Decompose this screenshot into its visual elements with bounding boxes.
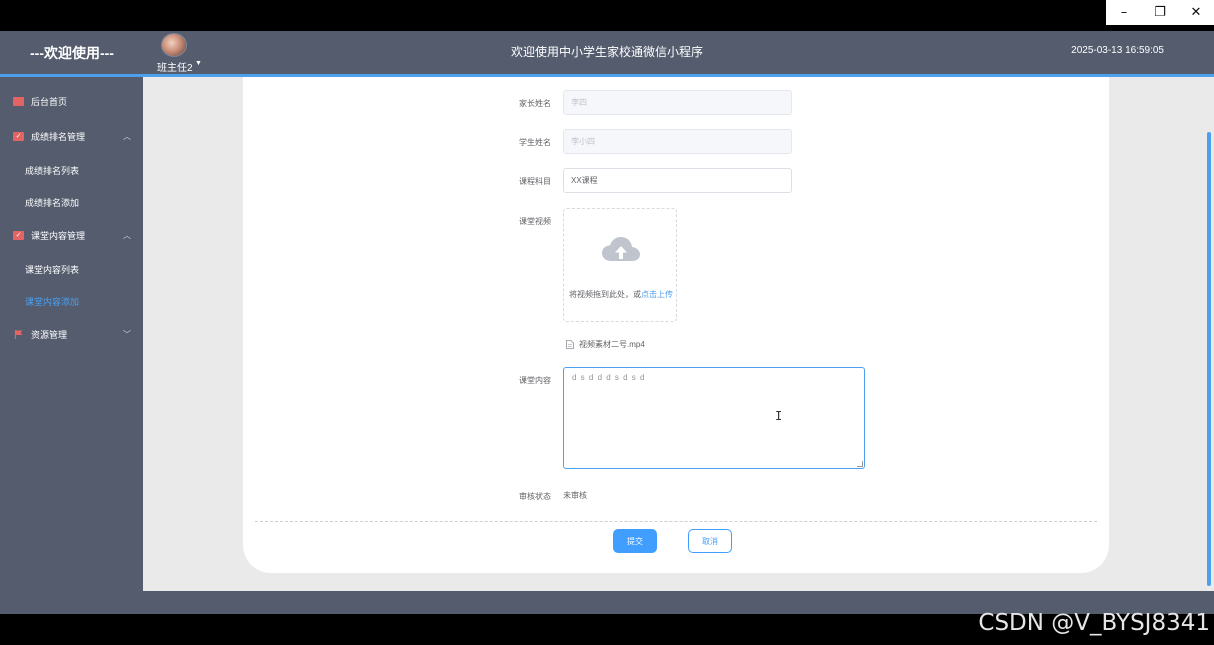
form-card: 家长姓名 李四 学生姓名 李小四 课程科目 XX课程 课堂视频 将视频拖到此处，… xyxy=(243,77,1109,573)
sidebar-item-home[interactable]: 后台首页 xyxy=(0,89,143,113)
video-label: 课堂视频 xyxy=(519,217,551,226)
scrollbar[interactable] xyxy=(1206,77,1212,591)
upload-hint-text: 将视频拖到此处，或 xyxy=(569,290,641,299)
upload-link[interactable]: 点击上传 xyxy=(641,290,673,299)
sidebar-item-label: 成绩排名列表 xyxy=(25,165,80,176)
sidebar-item-score-add[interactable]: 成绩排名添加 xyxy=(0,191,143,213)
student-name-label: 学生姓名 xyxy=(519,138,551,147)
window-titlebar: – ❐ ✕ xyxy=(0,0,1214,31)
submit-button[interactable]: 提交 xyxy=(613,529,657,553)
sidebar-item-score-mgmt[interactable]: ✓ 成绩排名管理 ︿ xyxy=(0,124,143,148)
watermark: CSDN @V_BYSJ8341 xyxy=(978,610,1210,636)
chevron-down-icon: ﹀ xyxy=(123,329,131,339)
caret-down-icon[interactable]: ▼ xyxy=(195,60,202,67)
screen: – ❐ ✕ ---欢迎使用--- 班主任2 ▼ 欢迎使用中小学生家校通微信小程序… xyxy=(0,0,1214,645)
status-value: 未审核 xyxy=(563,491,587,500)
chevron-up-icon: ︿ xyxy=(123,131,131,141)
sidebar: 后台首页 ✓ 成绩排名管理 ︿ 成绩排名列表 成绩排名添加 ✓ 课堂内容管理 ︿… xyxy=(0,77,143,591)
content-label: 课堂内容 xyxy=(519,376,551,385)
course-label: 课程科目 xyxy=(519,177,551,186)
file-name: 视频素材二号.mp4 xyxy=(579,340,645,349)
cancel-button[interactable]: 取消 xyxy=(688,529,732,553)
sidebar-item-resource-mgmt[interactable]: 资源管理 ﹀ xyxy=(0,322,143,346)
monitor-icon xyxy=(13,96,24,106)
sidebar-item-label: 课堂内容列表 xyxy=(25,264,80,275)
flag-icon xyxy=(14,329,23,339)
sidebar-item-label: 成绩排名添加 xyxy=(25,197,80,208)
document-icon xyxy=(566,340,574,349)
parent-name-field: 李四 xyxy=(563,90,792,115)
sidebar-item-score-list[interactable]: 成绩排名列表 xyxy=(0,159,143,181)
upload-hint: 将视频拖到此处，或点击上传 xyxy=(564,282,678,307)
course-field[interactable]: XX课程 xyxy=(563,168,792,193)
datetime: 2025-03-13 16:59:05 xyxy=(1071,45,1164,56)
resize-handle-icon[interactable] xyxy=(857,461,863,467)
sidebar-item-label: 资源管理 xyxy=(31,329,68,340)
text-cursor-icon: I xyxy=(775,409,783,423)
parent-name-label: 家长姓名 xyxy=(519,99,551,108)
main-content: 家长姓名 李四 学生姓名 李小四 课程科目 XX课程 课堂视频 将视频拖到此处，… xyxy=(143,77,1214,591)
close-button[interactable]: ✕ xyxy=(1178,0,1214,25)
minimize-button[interactable]: – xyxy=(1106,0,1142,25)
sidebar-item-label: 课堂内容添加 xyxy=(25,296,80,307)
content-text: d s d d d s d s d xyxy=(572,373,646,382)
sidebar-item-label: 成绩排名管理 xyxy=(31,131,86,142)
scrollbar-thumb[interactable] xyxy=(1207,132,1211,586)
app-header: ---欢迎使用--- 班主任2 ▼ 欢迎使用中小学生家校通微信小程序 2025-… xyxy=(0,31,1214,74)
sidebar-item-label: 后台首页 xyxy=(31,96,68,107)
welcome-text: ---欢迎使用--- xyxy=(30,45,114,61)
cloud-upload-icon xyxy=(602,237,640,261)
checkbox-icon: ✓ xyxy=(13,131,24,141)
form-divider xyxy=(255,521,1097,522)
sidebar-item-class-add[interactable]: 课堂内容添加 xyxy=(0,290,143,312)
avatar[interactable] xyxy=(161,33,187,57)
video-upload-dropzone[interactable]: 将视频拖到此处，或点击上传 xyxy=(563,208,677,322)
status-label: 审核状态 xyxy=(519,492,551,501)
sidebar-item-label: 课堂内容管理 xyxy=(31,230,86,241)
sidebar-item-class-mgmt[interactable]: ✓ 课堂内容管理 ︿ xyxy=(0,223,143,247)
user-name[interactable]: 班主任2 xyxy=(157,59,193,74)
checkbox-icon: ✓ xyxy=(13,230,24,240)
restore-button[interactable]: ❐ xyxy=(1142,0,1178,25)
uploaded-file[interactable]: 视频素材二号.mp4 xyxy=(566,339,645,350)
content-textarea[interactable]: d s d d d s d s d xyxy=(563,367,865,469)
chevron-up-icon: ︿ xyxy=(123,230,131,240)
sidebar-item-class-list[interactable]: 课堂内容列表 xyxy=(0,258,143,280)
student-name-field: 李小四 xyxy=(563,129,792,154)
window-controls: – ❐ ✕ xyxy=(1106,0,1214,25)
